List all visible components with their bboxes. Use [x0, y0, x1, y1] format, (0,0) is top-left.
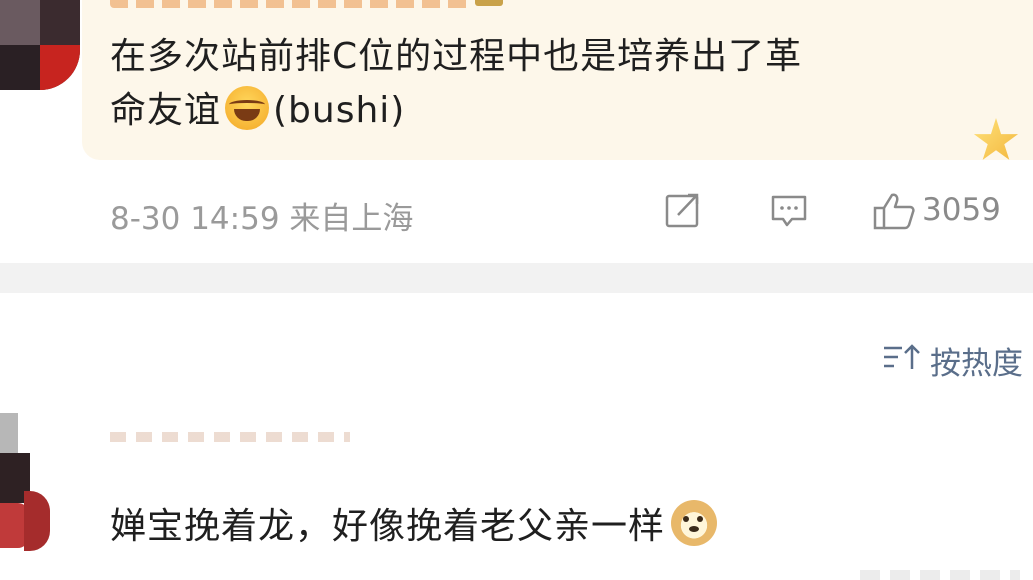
- cropped-content: [860, 570, 1020, 580]
- doge-emoji-icon: [671, 500, 718, 546]
- laughing-tears-emoji-icon: [225, 86, 270, 130]
- avatar[interactable]: [0, 0, 80, 90]
- sort-label: 按热度: [930, 346, 1023, 382]
- share-icon: [664, 191, 702, 229]
- comment-text: 在多次站前排C位的过程中也是培养出了革 命友谊 (bushi): [110, 30, 990, 138]
- username-cropped[interactable]: [110, 432, 350, 442]
- user-badge-icon: [475, 0, 503, 6]
- section-divider: [0, 263, 1033, 293]
- comment-text-line1: 在多次站前排C位的过程中也是培养出了革: [110, 36, 803, 77]
- sort-icon: [882, 342, 922, 380]
- avatar[interactable]: [0, 413, 50, 553]
- username-cropped[interactable]: [110, 0, 470, 8]
- thumbs-up-icon: [872, 191, 915, 230]
- comment2-text: 婵宝挽着龙，好像挽着老父亲一样: [110, 506, 666, 547]
- share-button[interactable]: [664, 190, 702, 230]
- sort-by-hot-button[interactable]: 按热度: [882, 338, 1023, 383]
- like-count: 3059: [922, 192, 1001, 228]
- comment-text-line2-post: (bushi): [273, 90, 406, 131]
- comment-text: 婵宝挽着龙，好像挽着老父亲一样: [110, 500, 718, 554]
- comment-meta: 8-30 14:59 来自上海: [110, 201, 414, 237]
- comment-text-line2-pre: 命友谊: [110, 90, 222, 131]
- comment-icon: [770, 191, 808, 229]
- reply-button[interactable]: [770, 190, 808, 230]
- like-button[interactable]: 3059: [872, 190, 1001, 230]
- comment-card-top: 在多次站前排C位的过程中也是培养出了革 命友谊 (bushi) 8-30 14:5…: [0, 0, 1033, 263]
